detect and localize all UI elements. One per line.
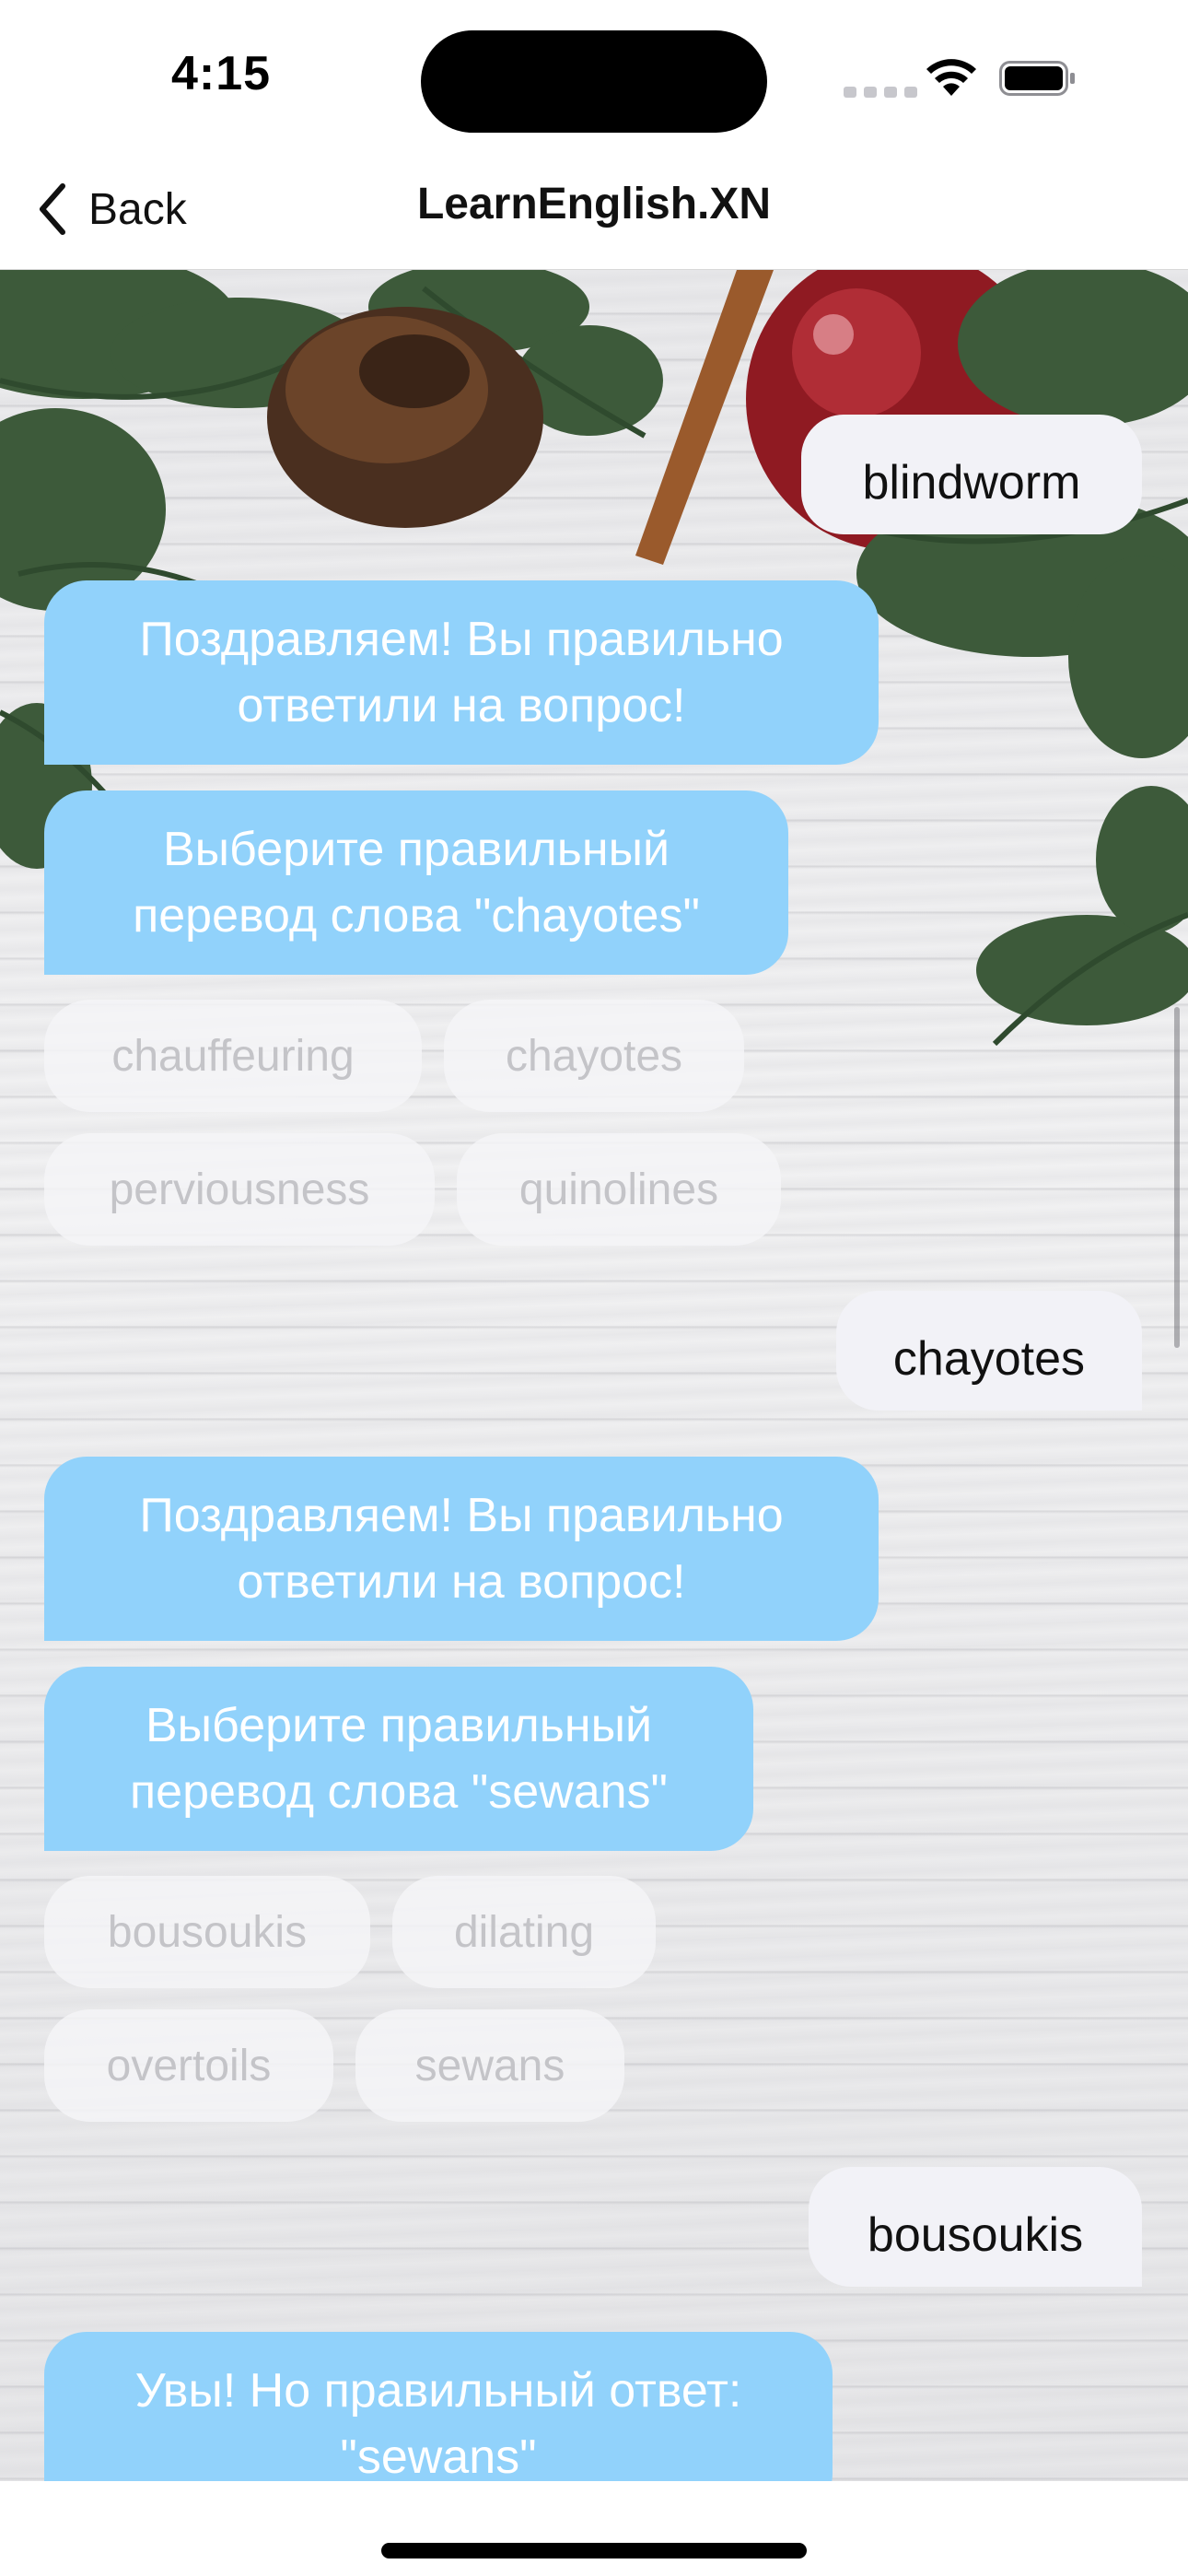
bot-question: Выберите правильный перевод слова "sewan… — [44, 1667, 753, 1851]
chat-area[interactable]: blindworm Поздравляем! Вы правильно отве… — [0, 270, 1188, 2481]
bot-message: Поздравляем! Вы правильно ответили на во… — [44, 1457, 879, 1641]
answer-choice-dilating[interactable]: dilating — [392, 1876, 656, 1988]
battery-icon — [999, 61, 1075, 96]
answer-choice-quinolines[interactable]: quinolines — [457, 1133, 781, 1246]
answer-choice-sewans[interactable]: sewans — [355, 2009, 624, 2122]
bottom-bar — [0, 2481, 1188, 2576]
wifi-icon — [926, 59, 976, 96]
answer-choice-bousoukis[interactable]: bousoukis — [44, 1876, 370, 1988]
page-title: LearnEnglish.XN — [416, 180, 772, 228]
scroll-indicator[interactable] — [1174, 1007, 1180, 1348]
answer-choice-chauffeuring[interactable]: chauffeuring — [44, 1000, 422, 1112]
user-message: blindworm — [801, 415, 1142, 534]
home-indicator[interactable] — [381, 2543, 807, 2558]
answer-choice-overtoils[interactable]: overtoils — [44, 2009, 333, 2122]
status-time: 4:15 — [171, 47, 272, 100]
status-bar: 4:15 — [0, 0, 1188, 157]
user-message: bousoukis — [809, 2167, 1142, 2287]
navigation-bar: Back LearnEnglish.XN — [0, 157, 1188, 270]
user-message: chayotes — [836, 1291, 1142, 1411]
bot-message: Увы! Но правильный ответ: "sewans" — [44, 2332, 833, 2481]
bot-message: Поздравляем! Вы правильно ответили на во… — [44, 580, 879, 765]
answer-choice-chayotes[interactable]: chayotes — [444, 1000, 744, 1112]
signal-icon — [844, 87, 917, 98]
dynamic-island — [421, 30, 767, 133]
bot-question: Выберите правильный перевод слова "chayo… — [44, 790, 788, 975]
answer-choice-perviousness[interactable]: perviousness — [44, 1133, 435, 1246]
